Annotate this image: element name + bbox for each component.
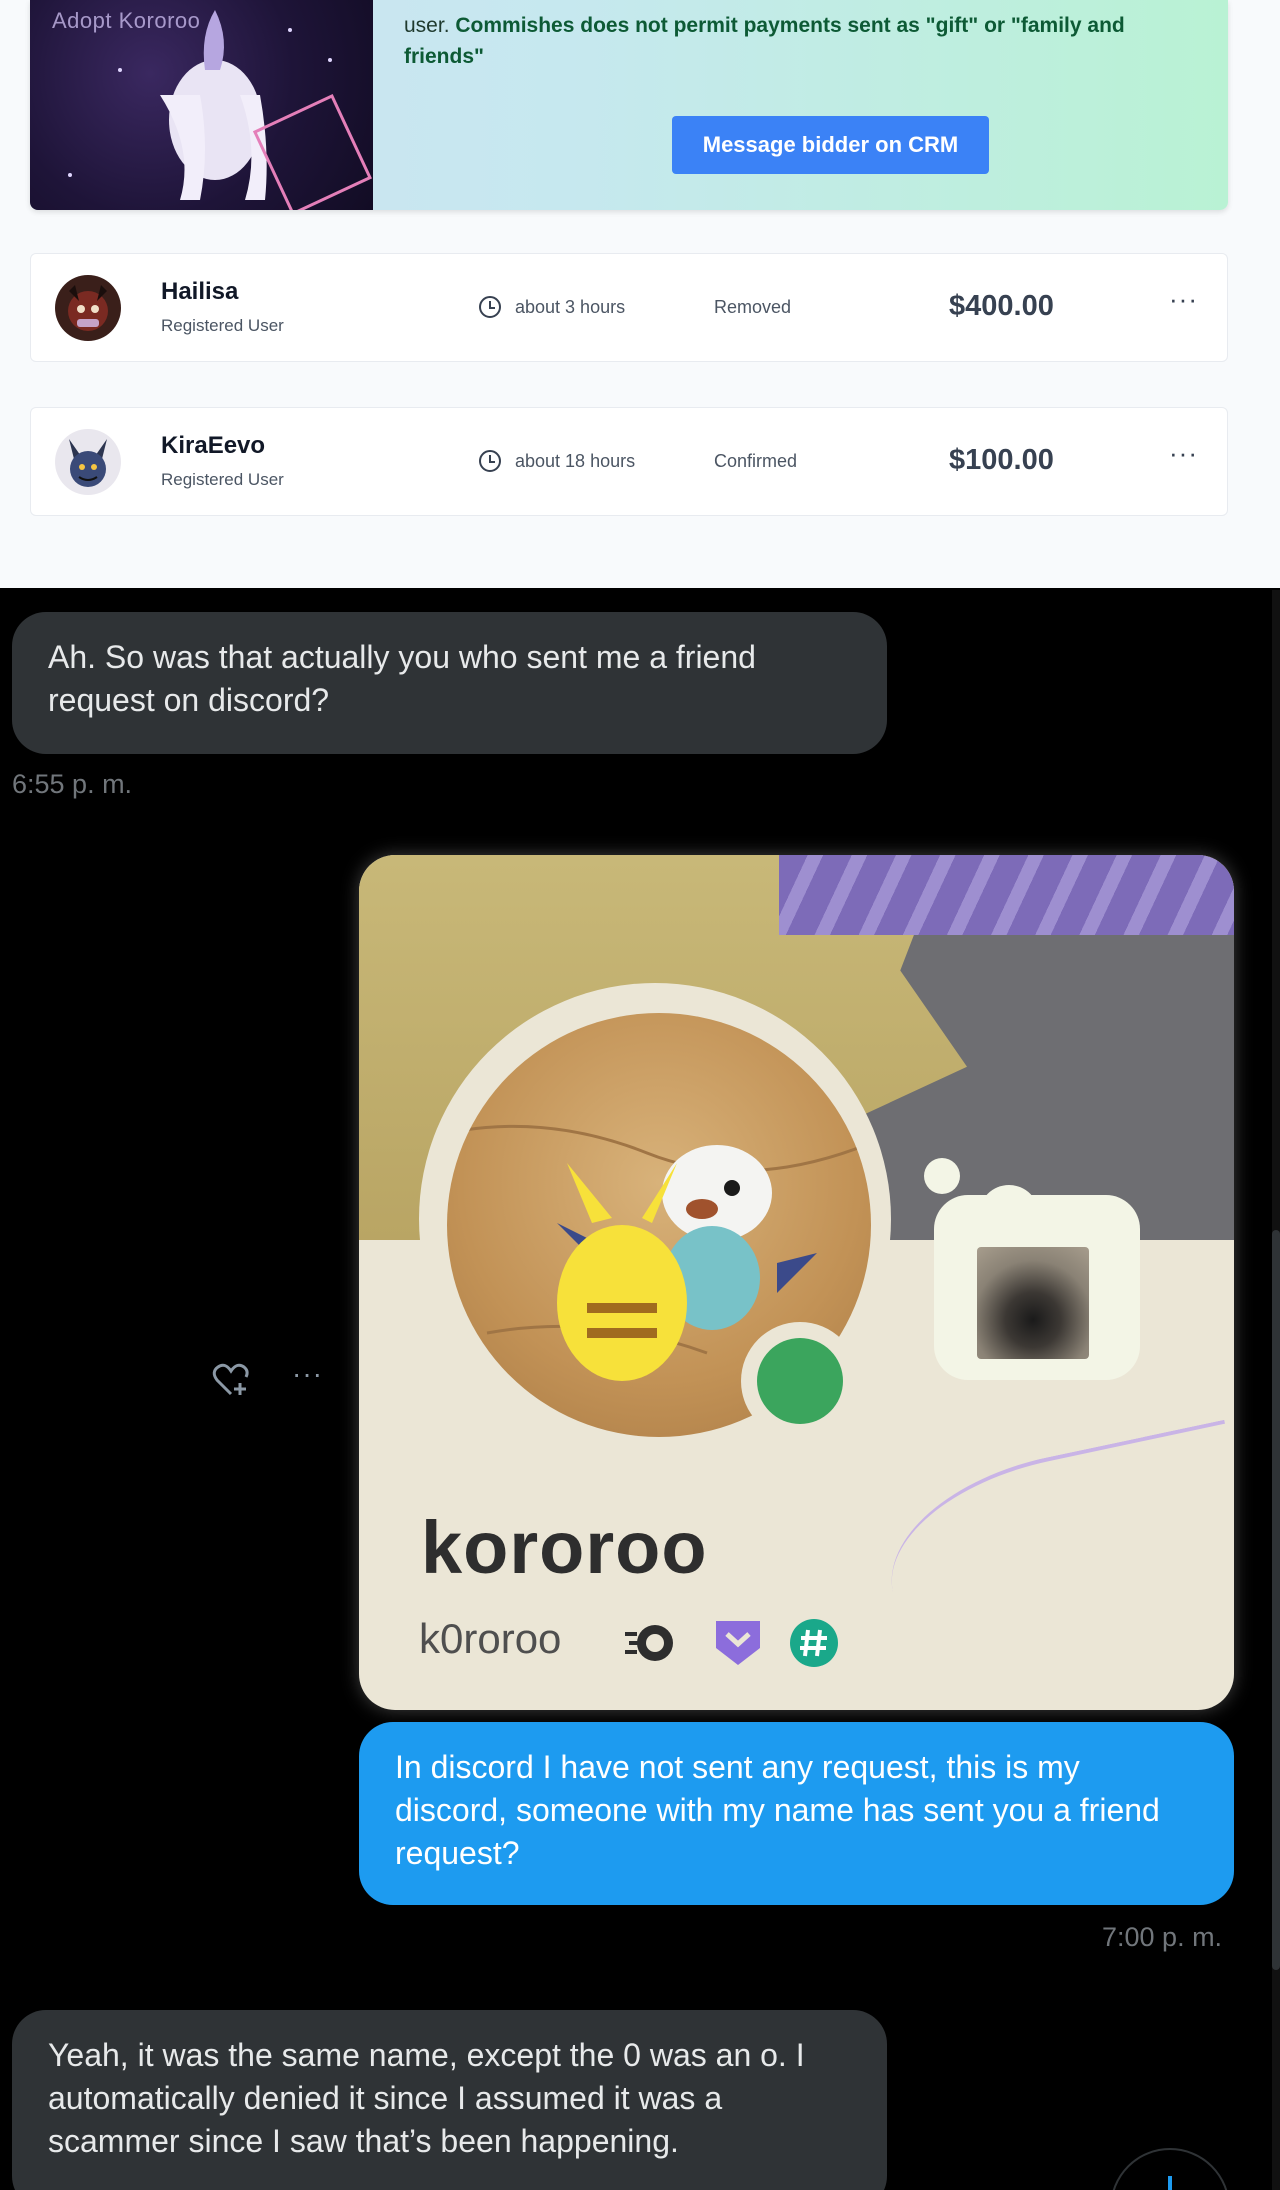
avatar[interactable] <box>55 275 121 341</box>
more-icon[interactable]: ··· <box>1169 438 1198 469</box>
auction-panel: Adopt Kororoo user. Commishes does not p… <box>0 0 1280 588</box>
notice-plain-text: user. <box>404 14 450 37</box>
heart-plus-icon[interactable] <box>211 1362 251 1398</box>
discord-profile-card-image[interactable]: kororoo k0roroo <box>359 855 1234 1710</box>
incoming-message[interactable]: Yeah, it was the same name, except the 0… <box>12 2010 887 2190</box>
character-figure <box>68 10 372 210</box>
bid-time: about 3 hours <box>515 297 626 317</box>
incoming-message[interactable]: Ah. So was that actually you who sent me… <box>12 612 887 754</box>
profile-display-name: kororoo <box>421 1506 708 1589</box>
scroll-down-icon[interactable] <box>1110 2148 1230 2190</box>
online-status-indicator <box>741 1322 859 1440</box>
decorative-line <box>872 1419 1234 1691</box>
profile-banner-stripes <box>779 855 1234 935</box>
clock-icon <box>479 296 501 318</box>
twitch-badge-icon <box>716 1621 760 1665</box>
character-artwork: Adopt Kororoo <box>30 0 373 210</box>
badge-bubble-dot <box>924 1158 960 1194</box>
more-icon[interactable]: ··· <box>1169 284 1198 315</box>
notice-bold-text: Commishes does not permit payments sent … <box>404 14 1125 68</box>
message-timestamp: 6:55 p. m. <box>12 769 133 799</box>
payment-notice-text: user. Commishes does not permit payments… <box>404 10 1194 72</box>
bidder-name[interactable]: Hailisa <box>161 278 238 306</box>
hypesquad-badge-icon <box>625 1625 673 1661</box>
message-timestamp: 7:00 p. m. <box>1102 1922 1223 1952</box>
bidder-role: Registered User <box>161 316 284 335</box>
bid-status: Removed <box>714 297 792 317</box>
bid-amount: $100.00 <box>949 444 1054 476</box>
kiraeevo-avatar-image <box>55 429 121 495</box>
outgoing-message[interactable]: In discord I have not sent any request, … <box>359 1722 1234 1905</box>
bidder-name[interactable]: KiraEevo <box>161 432 265 460</box>
bid-time: about 18 hours <box>515 451 636 471</box>
status-bubble-image <box>977 1247 1089 1359</box>
bid-status: Confirmed <box>714 451 798 471</box>
avatar[interactable] <box>55 429 121 495</box>
more-icon[interactable]: ··· <box>292 1358 323 1390</box>
bid-amount: $400.00 <box>949 290 1054 322</box>
bid-row: Hailisa Registered User about 3 hours Re… <box>30 253 1228 362</box>
bidder-role: Registered User <box>161 470 284 489</box>
clock-icon <box>479 450 501 472</box>
message-bidder-button[interactable]: Message bidder on CRM <box>672 116 989 174</box>
hailisa-avatar-image <box>55 275 121 341</box>
payment-notice-banner: Adopt Kororoo user. Commishes does not p… <box>30 0 1228 210</box>
hashtag-badge-icon <box>790 1619 838 1667</box>
scrollbar-thumb[interactable] <box>1272 1230 1280 1970</box>
bid-row: KiraEevo Registered User about 18 hours … <box>30 407 1228 516</box>
profile-username: k0roroo <box>419 1615 562 1662</box>
